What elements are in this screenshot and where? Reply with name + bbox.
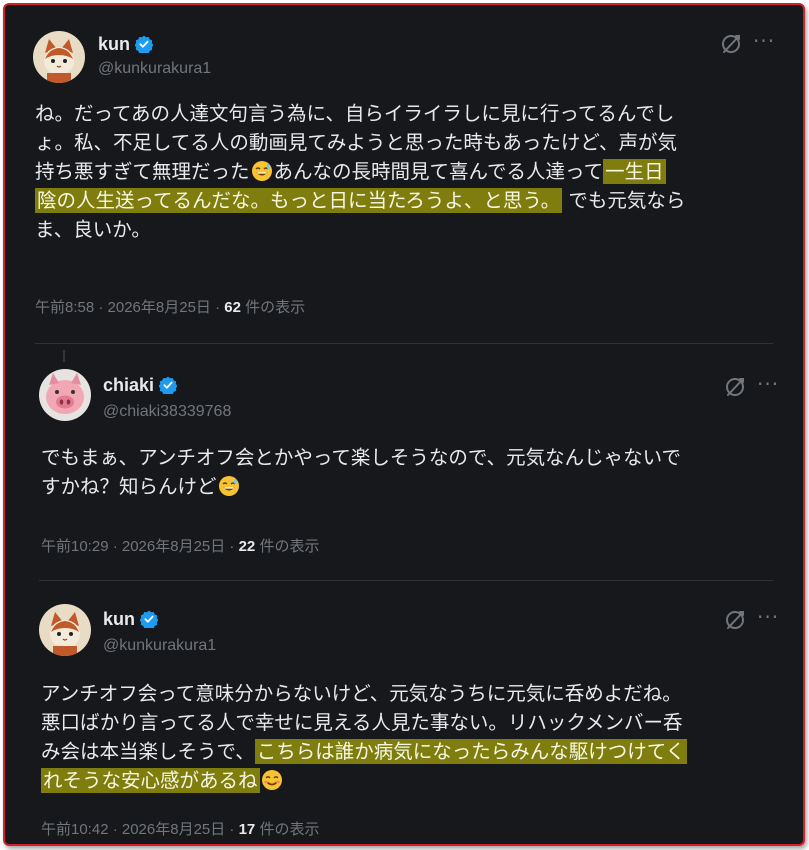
text-line: ま、良いか。 (35, 215, 685, 244)
verified-badge-icon (135, 35, 153, 53)
text-segment: ょ。私、不足してる人の動画見てみようと思った時もあったけど、声が気 (35, 131, 677, 154)
user-handle[interactable]: @chiaki38339768 (103, 403, 231, 421)
text-line: ょ。私、不足してる人の動画見てみようと思った時もあったけど、声が気 (35, 128, 685, 157)
tweet-2[interactable]: chiaki @chiaki38339768 ··· でもまぁ、アンチオフ会とか… (5, 345, 803, 580)
display-name-text: kun (103, 609, 136, 629)
text-line: み会は本当楽しそうで、 こちらは誰か病気になったらみんな駆けつけてく (41, 737, 688, 766)
cat-avatar-icon (33, 31, 85, 83)
grok-icon[interactable] (723, 608, 747, 632)
text-segment: でも元気なら (562, 189, 686, 212)
tweet-3[interactable]: kun @kunkurakura1 ··· アンチオフ会って意味分からないけど、… (5, 582, 803, 844)
text-segment: 持ち悪すぎて無理だった (35, 160, 250, 183)
more-icon[interactable]: ··· (753, 31, 775, 51)
text-line: 悪口ばかり言ってる人で幸せに見える人見た事ない。リハックメンバー呑 (41, 708, 687, 737)
cat-avatar-icon (39, 604, 91, 656)
display-name-text: kun (98, 34, 131, 54)
tweet-text: ね。だってあの人達文句言う為に、自らイライラしに見に行ってるんでし ょ。私、不足… (35, 99, 685, 244)
display-name[interactable]: kun (103, 609, 158, 629)
view-label: 件の表示 (255, 821, 320, 838)
view-count: 17 (238, 821, 256, 838)
text-line: でもまぁ、アンチオフ会とかやって楽しそうなので、元気なんじゃないで (41, 443, 681, 472)
user-handle[interactable]: @kunkurakura1 (98, 60, 211, 78)
text-segment: 悪口ばかり言ってる人で幸せに見える人見た事ない。リハックメンバー呑 (41, 711, 683, 734)
avatar[interactable] (39, 604, 91, 656)
display-name[interactable]: chiaki (103, 375, 177, 395)
display-name-text: chiaki (103, 375, 155, 395)
text-segment: アンチオフ会って意味分からないけど、元気なうちに元気に呑めよだね。 (41, 682, 682, 705)
tweet-1[interactable]: kun @kunkurakura1 ··· ね。だってあの人達文句言う為に、自ら… (5, 5, 803, 345)
avatar[interactable] (39, 369, 91, 421)
verified-badge-icon (159, 376, 177, 394)
text-segment: すかね？知らんけど (41, 475, 217, 498)
timestamp[interactable]: 午前10:42 · 2026年8月25日 · (41, 821, 239, 838)
tweet-text: でもまぁ、アンチオフ会とかやって楽しそうなので、元気なんじゃないで すかね？知ら… (41, 443, 681, 501)
text-segment: み会は本当楽しそうで、 (41, 740, 255, 763)
tweet-thread-panel: kun @kunkurakura1 ··· ね。だってあの人達文句言う為に、自ら… (3, 3, 805, 846)
sweat-smile-emoji-icon (251, 160, 273, 182)
text-line: すかね？知らんけど (41, 472, 681, 501)
pig-avatar-icon (39, 369, 91, 421)
text-segment: でもまぁ、アンチオフ会とかやって楽しそうなので、元気なんじゃないで (41, 446, 681, 469)
timestamp[interactable]: 午前8:58 · 2026年8月25日 · (35, 299, 224, 316)
text-line: れそうな安心感があるね (41, 766, 687, 795)
divider (39, 580, 773, 581)
tweet-meta: 午前10:29 · 2026年8月25日 · 22 件の表示 (41, 538, 319, 556)
highlighted-text: 陰の人生送ってるんだな。もっと日に当たろうよ、と思う。 (35, 188, 563, 213)
text-segment: あんなの長時間見て喜んでる人達って (273, 160, 604, 183)
user-handle[interactable]: @kunkurakura1 (103, 637, 216, 655)
more-icon[interactable]: ··· (757, 374, 779, 394)
tweet-meta: 午前8:58 · 2026年8月25日 · 62 件の表示 (35, 299, 305, 317)
tweet-meta: 午前10:42 · 2026年8月25日 · 17 件の表示 (41, 821, 319, 839)
smile-emoji-icon (261, 769, 283, 791)
text-line: 陰の人生送ってるんだな。もっと日に当たろうよ、と思う。 でも元気なら (35, 186, 685, 215)
text-line: アンチオフ会って意味分からないけど、元気なうちに元気に呑めよだね。 (41, 679, 687, 708)
display-name[interactable]: kun (98, 34, 153, 54)
highlighted-text: 一生日 (603, 159, 666, 184)
more-icon[interactable]: ··· (757, 607, 779, 627)
highlighted-text: こちらは誰か病気になったらみんな駆けつけてく (254, 739, 688, 764)
text-segment: ま、良いか。 (35, 218, 151, 241)
text-line: 持ち悪すぎて無理だった あんなの長時間見て喜んでる人達って 一生日 (35, 157, 685, 186)
divider (35, 343, 773, 344)
grok-icon[interactable] (719, 32, 743, 56)
view-count: 62 (224, 299, 241, 316)
view-label: 件の表示 (255, 538, 320, 555)
timestamp[interactable]: 午前10:29 · 2026年8月25日 · (41, 538, 239, 555)
verified-badge-icon (140, 610, 158, 628)
avatar[interactable] (33, 31, 85, 83)
highlighted-text: れそうな安心感があるね (41, 768, 260, 793)
text-segment: ね。だってあの人達文句言う為に、自らイライラしに見に行ってるんでし (35, 102, 675, 125)
view-label: 件の表示 (240, 299, 306, 316)
sweat-smile-emoji-icon (218, 475, 240, 497)
view-count: 22 (238, 538, 256, 555)
text-line: ね。だってあの人達文句言う為に、自らイライラしに見に行ってるんでし (35, 99, 685, 128)
tweet-text: アンチオフ会って意味分からないけど、元気なうちに元気に呑めよだね。 悪口ばかり言… (41, 679, 688, 795)
grok-icon[interactable] (723, 375, 747, 399)
